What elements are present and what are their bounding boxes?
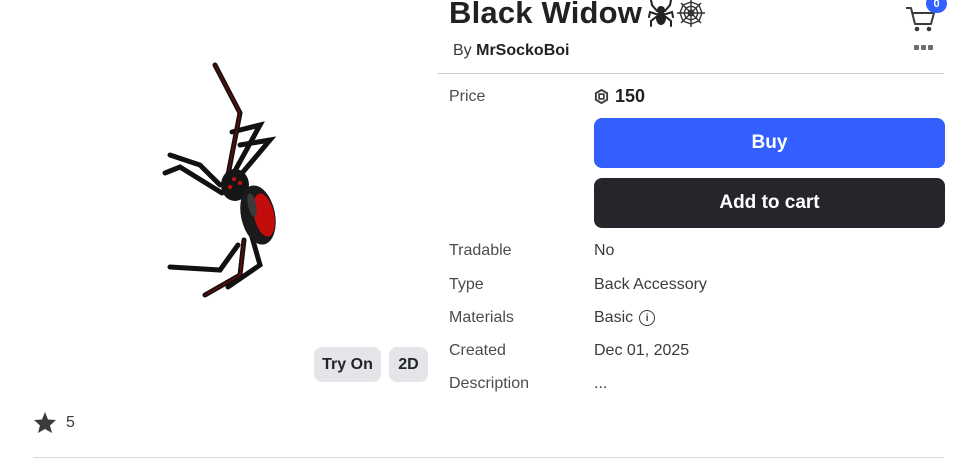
section-divider xyxy=(33,457,944,458)
detail-value-type: Back Accessory xyxy=(594,276,707,293)
item-thumbnail xyxy=(162,62,277,298)
detail-value-tradable: No xyxy=(594,242,615,259)
detail-value-materials: Basic i xyxy=(594,309,656,327)
materials-text: Basic xyxy=(594,309,634,326)
detail-label-type: Type xyxy=(449,276,484,293)
creator-link[interactable]: MrSockoBoi xyxy=(476,42,569,59)
spiderweb-emoji-icon xyxy=(677,0,706,27)
cart-count-badge: 0 xyxy=(926,0,947,13)
favorite-control[interactable]: 5 xyxy=(33,411,75,434)
favorite-count: 5 xyxy=(66,413,75,431)
spider-emoji-icon xyxy=(648,0,675,27)
info-icon[interactable]: i xyxy=(639,310,656,326)
creator-prefix: By xyxy=(453,42,472,59)
more-options-icon[interactable] xyxy=(914,43,934,51)
price-value: 150 xyxy=(594,86,645,107)
detail-label-description: Description xyxy=(449,375,530,392)
price-amount: 150 xyxy=(615,86,646,106)
detail-label-materials: Materials xyxy=(449,309,514,326)
detail-value-created: Dec 01, 2025 xyxy=(594,342,690,359)
star-icon[interactable] xyxy=(33,411,57,434)
buy-button[interactable]: Buy xyxy=(594,118,945,168)
detail-label-created: Created xyxy=(449,342,506,359)
detail-label-tradable: Tradable xyxy=(449,242,512,259)
creator-line: By MrSockoBoi xyxy=(453,42,569,60)
item-name: Black Widow xyxy=(449,0,643,30)
item-title: Black Widow xyxy=(449,0,706,31)
try-on-button[interactable]: Try On xyxy=(314,347,381,382)
price-label: Price xyxy=(449,88,486,105)
header-divider xyxy=(438,73,944,74)
robux-icon xyxy=(594,89,609,104)
item-preview[interactable]: Try On 2D xyxy=(0,0,440,400)
detail-value-description: ... xyxy=(594,375,608,392)
title-emoji xyxy=(648,0,706,28)
add-to-cart-button[interactable]: Add to cart xyxy=(594,178,945,228)
view-2d-button[interactable]: 2D xyxy=(389,347,428,382)
